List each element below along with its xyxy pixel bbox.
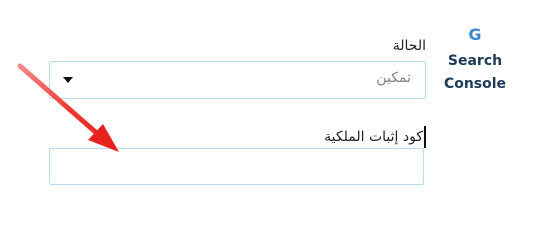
ownership-code-label: كود إثبات الملكية [324, 126, 426, 148]
ownership-code-input[interactable] [49, 148, 424, 185]
status-select-value: تمكين [376, 70, 411, 86]
status-select[interactable]: تمكين [49, 61, 426, 99]
search-console-brand: G Search Console [438, 26, 512, 96]
caret-down-icon [63, 77, 73, 83]
google-g-icon: G [468, 25, 482, 44]
brand-title-line-1: Search [447, 53, 503, 69]
brand-title-line-2: Console [443, 76, 507, 92]
status-label: الحالة [392, 38, 426, 54]
